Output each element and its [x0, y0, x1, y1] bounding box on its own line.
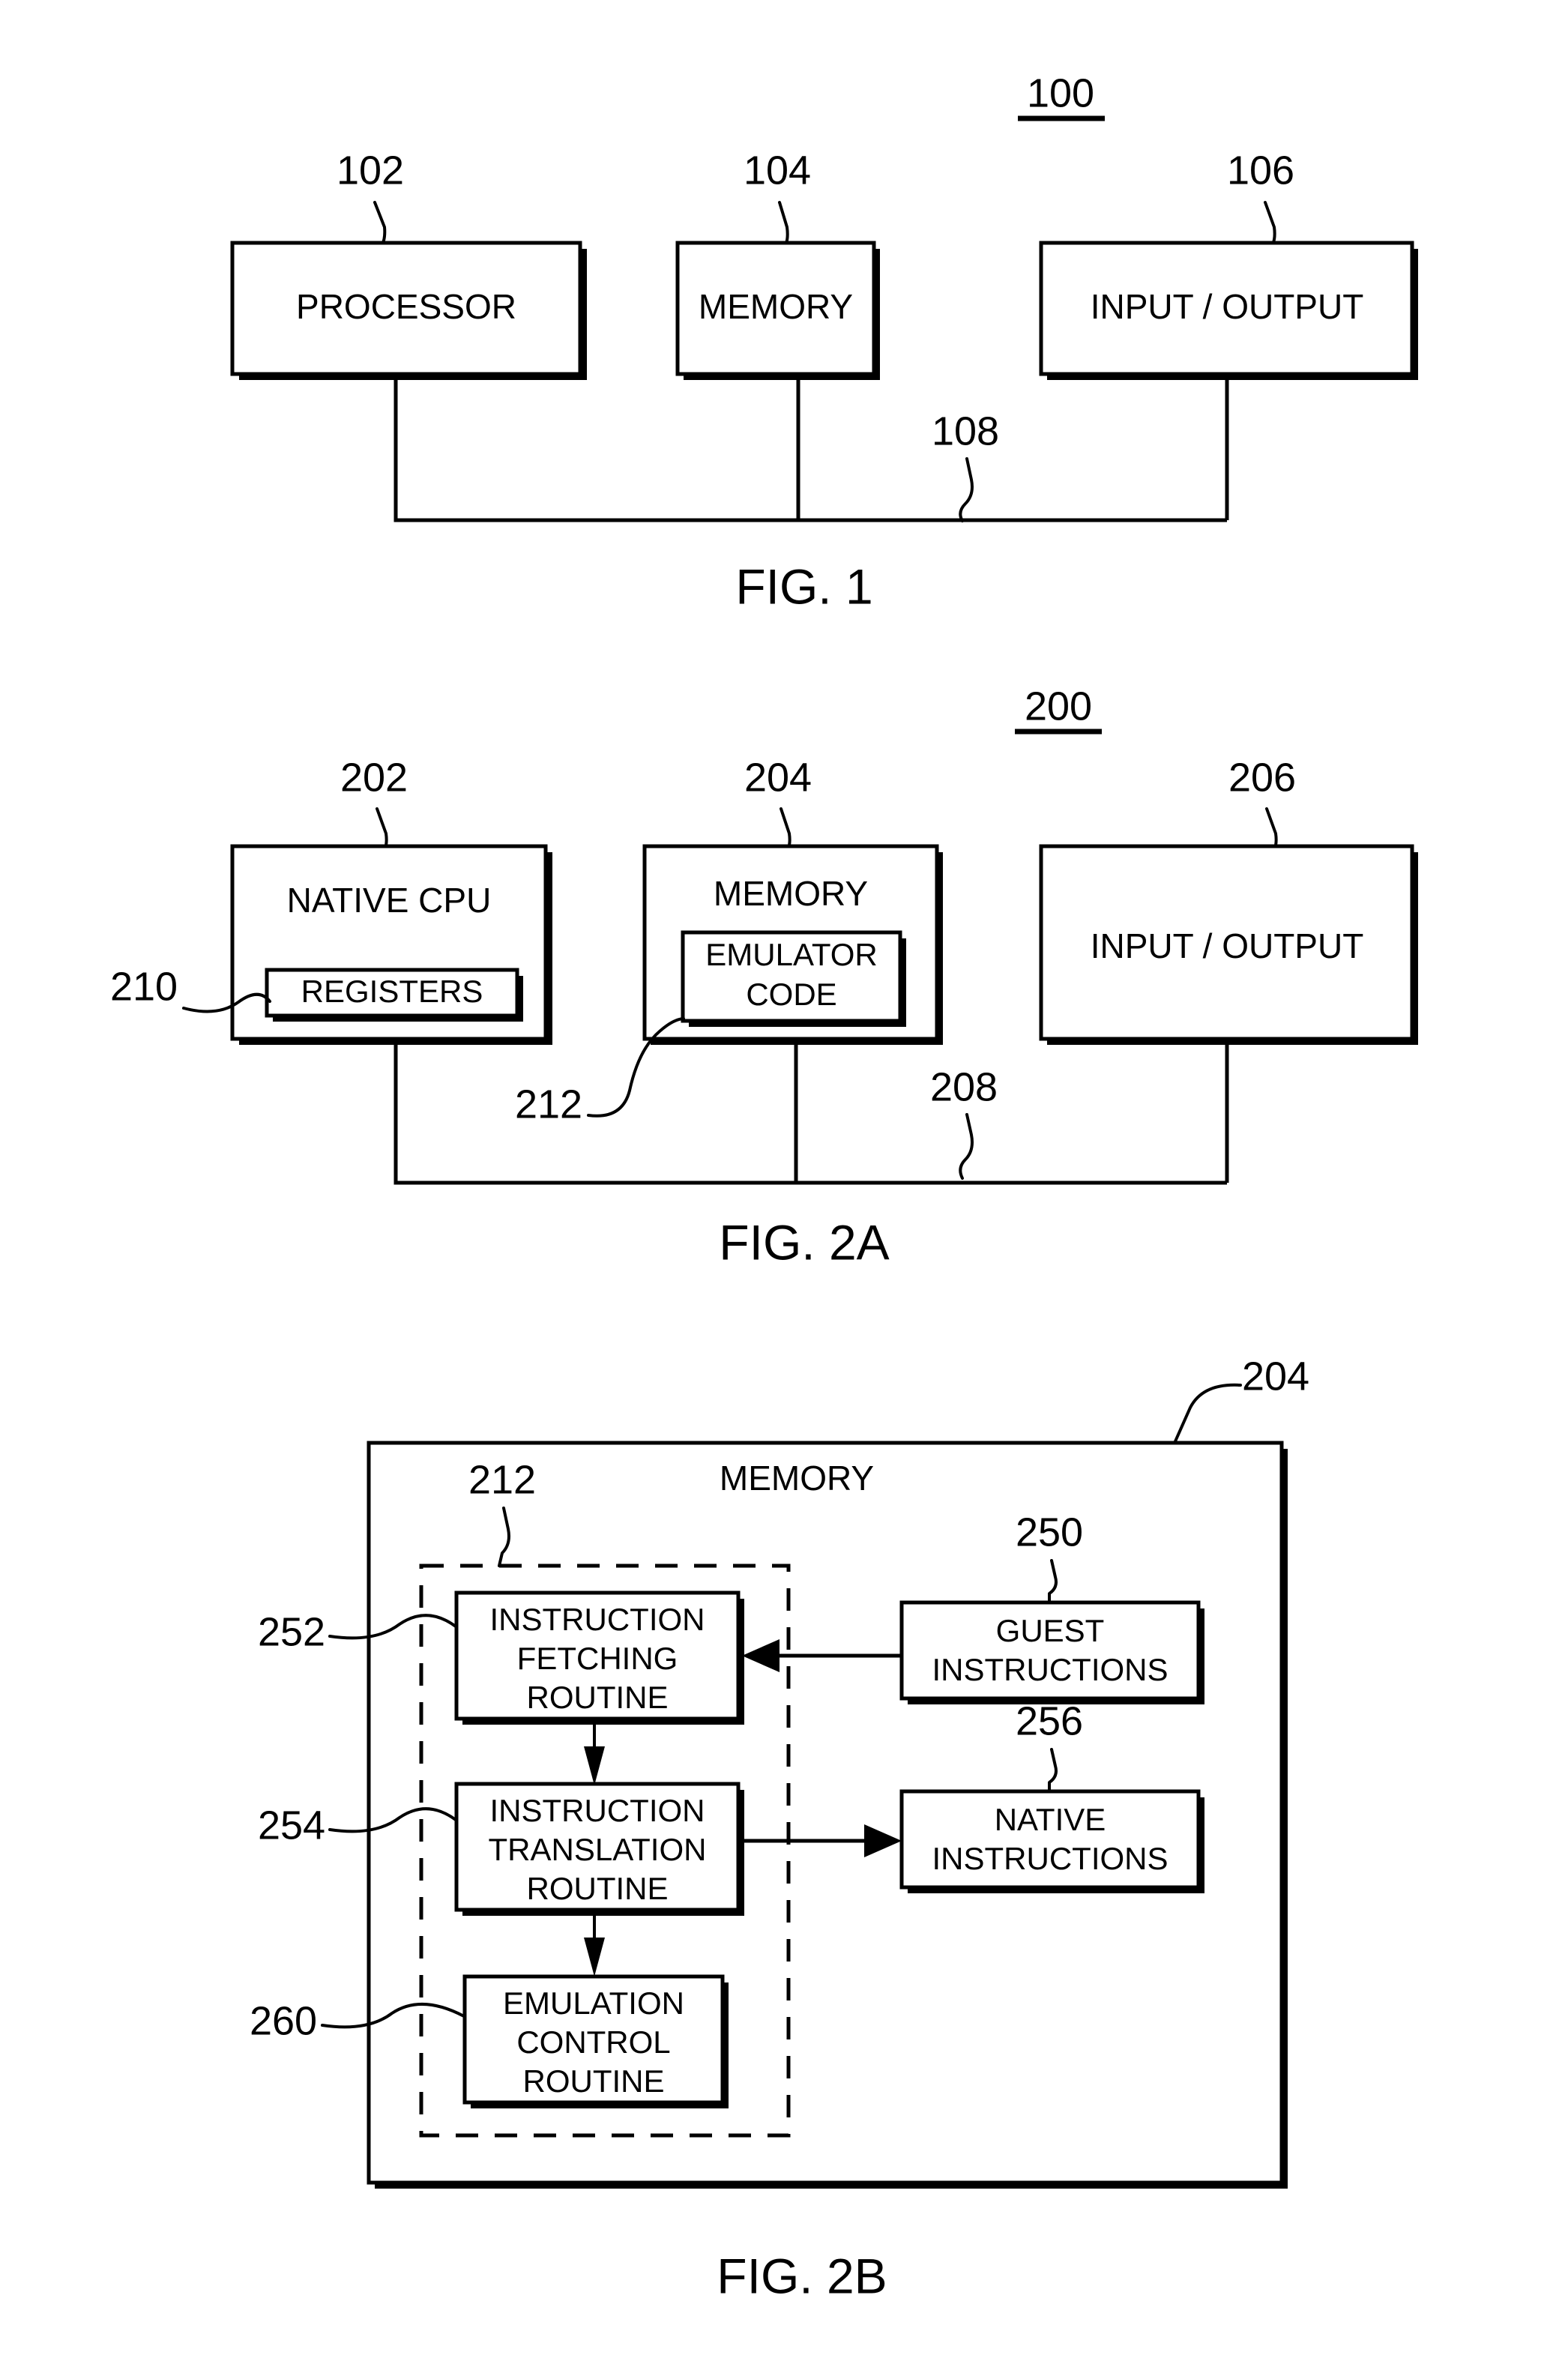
figure-2a: 200 202 NATIVE CPU REGISTERS 210 204 MEM…: [110, 684, 1418, 1270]
fig2b-ref-212: 212: [468, 1457, 536, 1502]
fig2a-emulator-code-label-line1: EMULATOR: [705, 937, 877, 972]
fig1-leader-108: [959, 457, 974, 522]
fig2b-emulation-control-line2: CONTROL: [516, 2024, 670, 2060]
fig1-ref-108: 108: [932, 408, 999, 453]
fig2b-native-instructions-line2: INSTRUCTIONS: [932, 1841, 1169, 1876]
fig2a-ref-208: 208: [930, 1064, 998, 1109]
fig1-caption: FIG. 1: [735, 558, 872, 614]
fig2b-emulation-control-line3: ROUTINE: [523, 2063, 665, 2099]
fig2b-caption: FIG. 2B: [717, 2248, 887, 2303]
fig1-processor-label: PROCESSOR: [296, 287, 516, 326]
fig2b-translation-routine-line3: ROUTINE: [527, 1871, 669, 1906]
fig2a-ref-206: 206: [1228, 755, 1296, 800]
fig2b-emulation-control-line1: EMULATION: [503, 1985, 684, 2021]
fig2b-translation-routine-line2: TRANSLATION: [489, 1832, 707, 1867]
figure-2b: 204 MEMORY 212 INSTRUCTION FETCHING ROUT…: [250, 1354, 1309, 2303]
fig2a-ref-212: 212: [515, 1082, 582, 1127]
fig2a-memory-label: MEMORY: [714, 874, 868, 913]
fig2a-ref-202: 202: [340, 755, 408, 800]
fig2a-ref-204: 204: [744, 755, 812, 800]
fig2b-ref-254: 254: [258, 1803, 325, 1848]
figure-1: 100 102 PROCESSOR 104 MEMORY 106 INPUT /…: [230, 70, 1418, 614]
fig2b-guest-instructions-line1: GUEST: [996, 1613, 1105, 1648]
fig2b-fetching-routine-line3: ROUTINE: [527, 1680, 669, 1715]
fig1-bus-left-rail: [393, 376, 1227, 522]
fig2a-io-label: INPUT / OUTPUT: [1091, 926, 1364, 965]
fig2a-system-ref: 200: [1025, 684, 1092, 729]
fig2a-registers-label: REGISTERS: [301, 974, 483, 1009]
fig1-ref-104: 104: [744, 148, 811, 193]
fig1-memory-label: MEMORY: [699, 287, 853, 326]
fig2b-guest-instructions-line2: INSTRUCTIONS: [932, 1652, 1169, 1687]
fig2b-memory-label: MEMORY: [720, 1459, 874, 1498]
fig1-ref-102: 102: [337, 148, 404, 193]
fig2b-ref-256: 256: [1016, 1698, 1083, 1743]
fig1-io-label: INPUT / OUTPUT: [1091, 287, 1364, 326]
fig1-system-ref: 100: [1027, 70, 1094, 115]
patent-drawing-sheet: 100 102 PROCESSOR 104 MEMORY 106 INPUT /…: [0, 0, 1568, 2370]
fig1-ref-106: 106: [1227, 148, 1294, 193]
fig2b-fetching-routine-line1: INSTRUCTION: [490, 1602, 705, 1637]
fig2a-leader-208: [959, 1113, 974, 1180]
fig2a-caption: FIG. 2A: [719, 1214, 889, 1270]
fig2a-native-cpu-label: NATIVE CPU: [287, 881, 492, 920]
fig2a-ref-210: 210: [110, 964, 178, 1009]
fig2a-emulator-code-label-line2: CODE: [746, 977, 836, 1012]
fig2b-ref-260: 260: [250, 1998, 317, 2043]
fig2b-ref-250: 250: [1016, 1510, 1083, 1555]
fig2b-native-instructions-line1: NATIVE: [995, 1802, 1106, 1837]
fig2b-leader-204: [1174, 1383, 1242, 1443]
fig2b-ref-204: 204: [1242, 1354, 1309, 1399]
drawing-canvas: 100 102 PROCESSOR 104 MEMORY 106 INPUT /…: [110, 70, 1418, 2303]
fig2b-fetching-routine-line2: FETCHING: [517, 1641, 678, 1676]
fig2b-ref-252: 252: [258, 1609, 325, 1654]
fig2b-translation-routine-line1: INSTRUCTION: [490, 1793, 705, 1828]
